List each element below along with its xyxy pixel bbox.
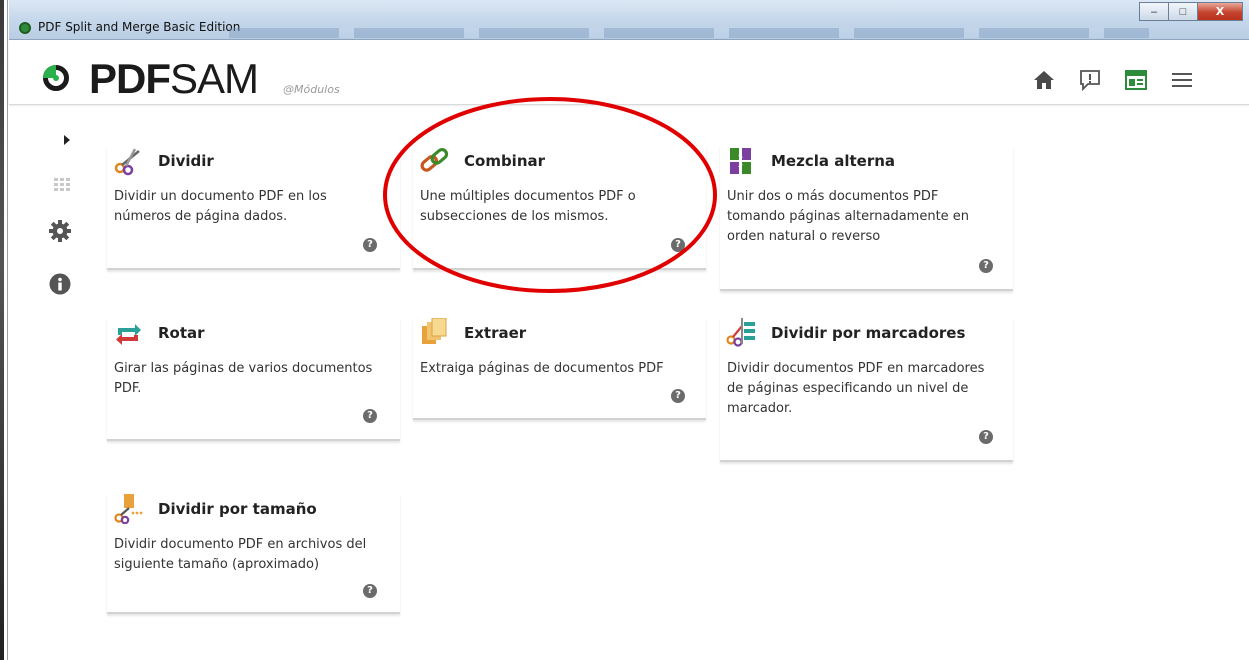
- module-title: Rotar: [158, 324, 205, 342]
- dashboard-icon: [1125, 70, 1147, 90]
- module-title: Dividir por tamaño: [158, 500, 317, 518]
- module-title: Combinar: [464, 152, 546, 170]
- extract-pages-icon: [422, 318, 447, 344]
- rotate-icon: [116, 324, 141, 345]
- module-card-combinar[interactable]: Combinar Une múltiples documentos PDF o …: [413, 146, 706, 270]
- brand-name: PDFSAM: [89, 55, 259, 102]
- modules-grid-icon: [54, 178, 70, 191]
- app-header: PDFSAM @Módulos: [9, 41, 1249, 105]
- window-title: PDF Split and Merge Basic Edition: [38, 20, 241, 34]
- module-description: Unir dos o más documentos PDF tomando pá…: [727, 189, 970, 244]
- close-button[interactable]: X: [1197, 2, 1243, 21]
- sidebar: [9, 106, 89, 660]
- help-icon[interactable]: ?: [979, 430, 993, 444]
- module-card-dividir[interactable]: Dividir Dividir un documento PDF en los …: [107, 146, 400, 270]
- module-description: Une múltiples documentos PDF o subseccio…: [420, 189, 636, 224]
- module-title: Dividir: [158, 152, 214, 170]
- menu-button[interactable]: [1165, 65, 1199, 95]
- module-description: Dividir documento PDF en archivos del si…: [114, 537, 367, 572]
- module-description: Girar las páginas de varios documentos P…: [114, 361, 373, 396]
- maximize-button[interactable]: □: [1168, 2, 1198, 21]
- header-toolbar: [1027, 65, 1199, 95]
- menu-icon: [1172, 73, 1192, 87]
- chain-link-icon: [420, 148, 449, 172]
- help-icon[interactable]: ?: [363, 409, 377, 423]
- module-title: Dividir por marcadores: [771, 324, 966, 342]
- feedback-icon: [1080, 70, 1100, 92]
- sidebar-item-modules[interactable]: [49, 172, 75, 198]
- module-card-dividir-por-marcadores[interactable]: Dividir por marcadores Dividir documento…: [720, 318, 1013, 462]
- module-card-rotar[interactable]: Rotar Girar las páginas de varios docume…: [107, 318, 400, 441]
- desktop-edge: [0, 0, 8, 660]
- scissors-icon: [114, 148, 140, 176]
- alternate-mix-icon: [730, 148, 751, 174]
- help-icon[interactable]: ?: [363, 584, 377, 598]
- module-card-mezcla-alterna[interactable]: Mezcla alterna Unir dos o más documentos…: [720, 146, 1013, 291]
- module-title: Extraer: [464, 324, 527, 342]
- window-controls: – □ X: [1139, 2, 1243, 21]
- help-icon[interactable]: ?: [671, 238, 685, 252]
- brand-sam-text: SAM: [170, 55, 259, 102]
- feedback-button[interactable]: [1073, 65, 1107, 95]
- sidebar-expand-button[interactable]: [59, 132, 75, 148]
- brand-subtitle: @Módulos: [283, 83, 340, 96]
- help-icon[interactable]: ?: [363, 238, 377, 252]
- split-size-icon: [114, 494, 143, 524]
- app-logo-icon: [19, 22, 31, 34]
- help-icon[interactable]: ?: [671, 389, 685, 403]
- info-icon: [49, 273, 71, 295]
- dashboard-button[interactable]: [1119, 65, 1153, 95]
- brand-pdf-text: PDF: [89, 55, 171, 102]
- home-button[interactable]: [1027, 65, 1061, 95]
- sidebar-item-settings[interactable]: [47, 218, 73, 244]
- module-description: Extraiga páginas de documentos PDF: [420, 361, 664, 376]
- module-card-extraer[interactable]: Extraer Extraiga páginas de documentos P…: [413, 318, 706, 420]
- split-bookmarks-icon: [726, 318, 755, 347]
- module-title: Mezcla alterna: [771, 152, 896, 170]
- background-taskbar-ghost: [229, 28, 1149, 38]
- sidebar-item-about[interactable]: [47, 271, 73, 297]
- help-icon[interactable]: ?: [979, 259, 993, 273]
- module-description: Dividir un documento PDF en los números …: [114, 189, 327, 224]
- module-card-dividir-por-tamano[interactable]: Dividir por tamaño Dividir documento PDF…: [107, 494, 400, 614]
- pdfsam-logo-icon: [43, 65, 69, 91]
- settings-gear-icon: [49, 220, 71, 242]
- minimize-button[interactable]: –: [1139, 2, 1169, 21]
- module-description: Dividir documentos PDF en marcadores de …: [727, 361, 985, 416]
- home-icon: [1034, 71, 1054, 89]
- expand-arrow-icon: [64, 135, 70, 145]
- app-screen: PDF Split and Merge Basic Edition – □ X …: [0, 0, 1249, 660]
- window-titlebar[interactable]: PDF Split and Merge Basic Edition – □ X: [9, 0, 1249, 40]
